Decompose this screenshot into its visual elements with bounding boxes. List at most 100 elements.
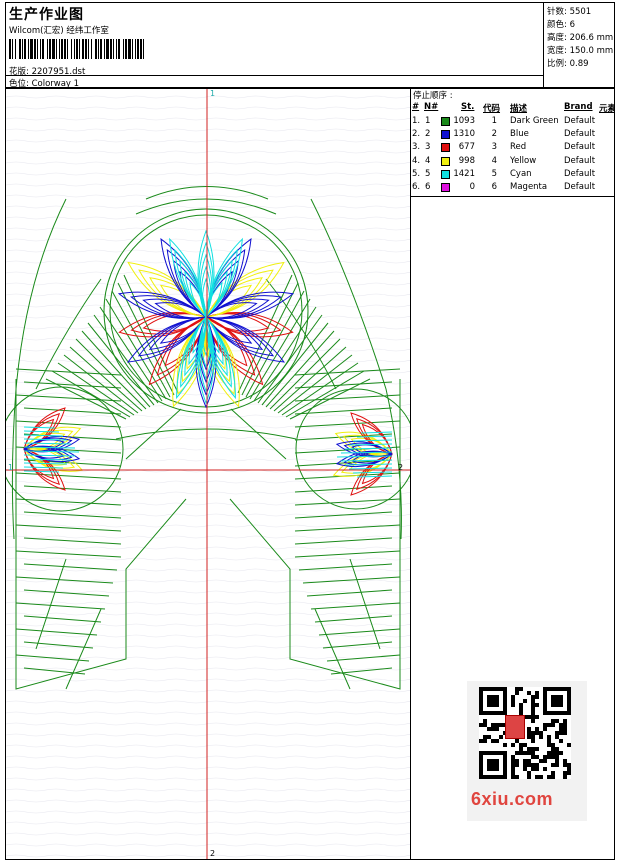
row-index: 2. xyxy=(412,129,421,140)
texture-line xyxy=(6,414,410,418)
fill-stitch xyxy=(23,641,94,649)
row-number: 4 xyxy=(425,155,431,166)
texture-line xyxy=(6,568,410,572)
axis-label-bottom: 2 xyxy=(210,849,216,858)
header-panel: 生产作业图 Wilcom(汇宏) 经纬工作室 花版: 2207951.dst 色… xyxy=(5,2,615,89)
texture-line xyxy=(6,799,410,803)
texture-line xyxy=(6,546,410,550)
barcode-bar xyxy=(135,39,136,59)
barcode-bar xyxy=(110,39,112,59)
stat-value: 206.6 mm xyxy=(569,33,614,43)
barcode-bar xyxy=(79,39,80,59)
design-canvas: 1 1 2 2 停止顺序 : # N# St. 代码 描述 Brand 元素 1… xyxy=(5,88,615,860)
barcode-bar xyxy=(143,39,144,59)
row-description: Magenta xyxy=(510,182,548,192)
col-header-code: 代码 xyxy=(483,104,501,114)
stop-row: 3. 3 3 Red Default 677 xyxy=(411,142,614,155)
barcode-bar xyxy=(137,39,139,59)
texture-line xyxy=(6,810,410,814)
barcode-bar xyxy=(34,39,36,59)
texture-line xyxy=(6,128,410,132)
texture-line xyxy=(6,161,410,165)
barcode-bar xyxy=(95,39,97,59)
stat-value: 150.0 mm xyxy=(569,46,614,56)
stop-row: 4. 4 4 Yellow Default 998 xyxy=(411,155,614,169)
axis-label-right: 2 xyxy=(398,463,404,472)
barcode-bar xyxy=(22,39,23,59)
flower-stitch-layer xyxy=(23,229,393,496)
texture-line xyxy=(6,172,410,176)
barcode-bar xyxy=(91,39,92,59)
texture-line xyxy=(6,744,410,748)
fill-stitch xyxy=(294,420,401,428)
texture-line xyxy=(6,524,410,528)
texture-line xyxy=(6,612,410,616)
barcode-bar xyxy=(132,39,133,59)
stat-label: 宽度: xyxy=(547,46,567,56)
texture-line xyxy=(6,766,410,770)
qr-code xyxy=(479,687,571,779)
fill-stitch xyxy=(322,641,393,649)
color-swatch xyxy=(441,156,450,166)
stop-sequence-title: 停止顺序 : xyxy=(413,91,453,101)
texture-line xyxy=(6,689,410,693)
fill-stitch xyxy=(294,511,393,519)
fill-stitch xyxy=(318,628,401,636)
texture-line xyxy=(6,392,410,396)
row-index: 3. xyxy=(412,142,421,153)
texture-line xyxy=(6,733,410,737)
barcode xyxy=(9,39,149,59)
stat-label: 比例: xyxy=(547,59,567,69)
color-swatch xyxy=(441,143,450,153)
texture-line xyxy=(6,821,410,825)
texture-line xyxy=(6,645,410,649)
texture-line xyxy=(6,634,410,638)
page-title: 生产作业图 xyxy=(9,7,84,23)
texture-line xyxy=(6,755,410,759)
barcode-bar xyxy=(118,39,120,59)
barcode-bar xyxy=(19,39,21,59)
seal-stamp xyxy=(505,715,525,739)
band-stitch xyxy=(75,338,147,410)
stat-label: 颜色: xyxy=(547,20,567,30)
texture-line xyxy=(6,722,410,726)
header-separator xyxy=(6,75,543,76)
fill-stitch xyxy=(23,563,118,571)
col-header-description: 描述 xyxy=(510,104,528,114)
row-number: 1 xyxy=(425,116,431,126)
row-brand: Default xyxy=(564,155,596,166)
stat-scale: 比例: 0.89 xyxy=(547,57,589,69)
band-stitch xyxy=(289,378,371,420)
stop-row: 1. 1 1 Dark Green Default 1093 xyxy=(411,116,614,129)
row-code: 2 xyxy=(491,129,497,140)
row-index: 5. xyxy=(412,168,421,179)
fill-stitch xyxy=(302,576,401,584)
barcode-bar xyxy=(85,39,87,59)
stat-colors: 颜色: 6 xyxy=(547,18,575,30)
row-brand: Default xyxy=(564,182,596,192)
row-index: 1. xyxy=(412,116,421,126)
stat-value: 0.89 xyxy=(569,59,589,69)
barcode-bar xyxy=(116,39,117,59)
barcode-bar xyxy=(113,39,114,59)
arch-top xyxy=(135,198,277,215)
row-number: 2 xyxy=(425,129,431,140)
row-code: 1 xyxy=(491,116,497,126)
row-code: 6 xyxy=(491,182,497,192)
barcode-bar xyxy=(30,39,33,59)
row-description: Red xyxy=(510,142,527,153)
company-name: Wilcom(汇宏) 经纬工作室 xyxy=(9,26,109,36)
header-divider xyxy=(543,3,544,89)
row-stitches: 998 xyxy=(458,155,475,166)
texture-line xyxy=(6,293,410,297)
col-header-elements: 元素 xyxy=(599,104,615,114)
texture-line xyxy=(6,777,410,781)
barcode-bar xyxy=(64,39,66,59)
row-code: 4 xyxy=(491,155,497,166)
barcode-bar xyxy=(140,39,142,59)
texture-line xyxy=(6,139,410,143)
fill-stitch xyxy=(23,615,102,623)
texture-line xyxy=(6,623,410,627)
row-stitches: 0 xyxy=(469,182,475,192)
color-swatch xyxy=(441,130,450,140)
